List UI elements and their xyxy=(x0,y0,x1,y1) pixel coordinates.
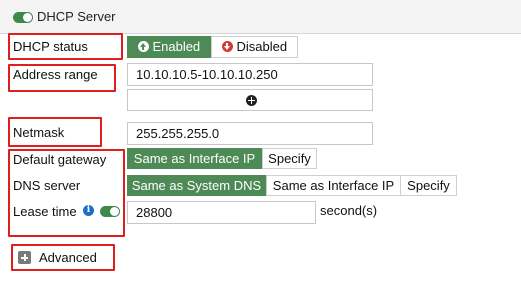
lease-time-toggle[interactable] xyxy=(100,206,120,217)
enabled-button[interactable]: Enabled xyxy=(127,36,211,58)
dns-same-as-system-button[interactable]: Same as System DNS xyxy=(127,175,266,196)
advanced-toggle[interactable]: Advanced xyxy=(39,250,97,265)
dns-same-as-interface-button[interactable]: Same as Interface IP xyxy=(266,175,401,196)
plus-circle-icon[interactable] xyxy=(246,95,257,106)
plus-square-icon[interactable] xyxy=(18,251,31,264)
dns-server-toggle-group: Same as System DNS Same as Interface IP … xyxy=(127,175,457,196)
info-icon[interactable]: i xyxy=(83,205,94,216)
arrow-down-circle-icon xyxy=(221,41,233,52)
dns-server-label: DNS server xyxy=(13,178,81,193)
netmask-label: Netmask xyxy=(13,125,65,140)
dhcp-status-label: DHCP status xyxy=(13,39,88,54)
default-gateway-toggle-group: Same as Interface IP Specify xyxy=(127,148,317,169)
address-range-input[interactable]: 10.10.10.5-10.10.10.250 xyxy=(127,63,373,86)
dhcp-status-toggle-group: Enabled Disabled xyxy=(127,36,298,58)
lease-time-input[interactable]: 28800 xyxy=(127,201,316,224)
disabled-button[interactable]: Disabled xyxy=(211,36,298,58)
address-range-label: Address range xyxy=(13,67,98,82)
lease-time-unit: second(s) xyxy=(320,203,378,218)
section-title: DHCP Server xyxy=(37,9,116,24)
dns-specify-button[interactable]: Specify xyxy=(400,175,457,196)
lease-time-label: Lease time xyxy=(13,204,77,219)
dhcp-server-toggle[interactable] xyxy=(13,12,33,23)
gateway-same-as-interface-button[interactable]: Same as Interface IP xyxy=(127,148,262,169)
gateway-specify-button[interactable]: Specify xyxy=(262,148,317,169)
default-gateway-label: Default gateway xyxy=(13,152,107,167)
netmask-input[interactable]: 255.255.255.0 xyxy=(127,122,373,145)
arrow-up-circle-icon xyxy=(137,41,149,52)
